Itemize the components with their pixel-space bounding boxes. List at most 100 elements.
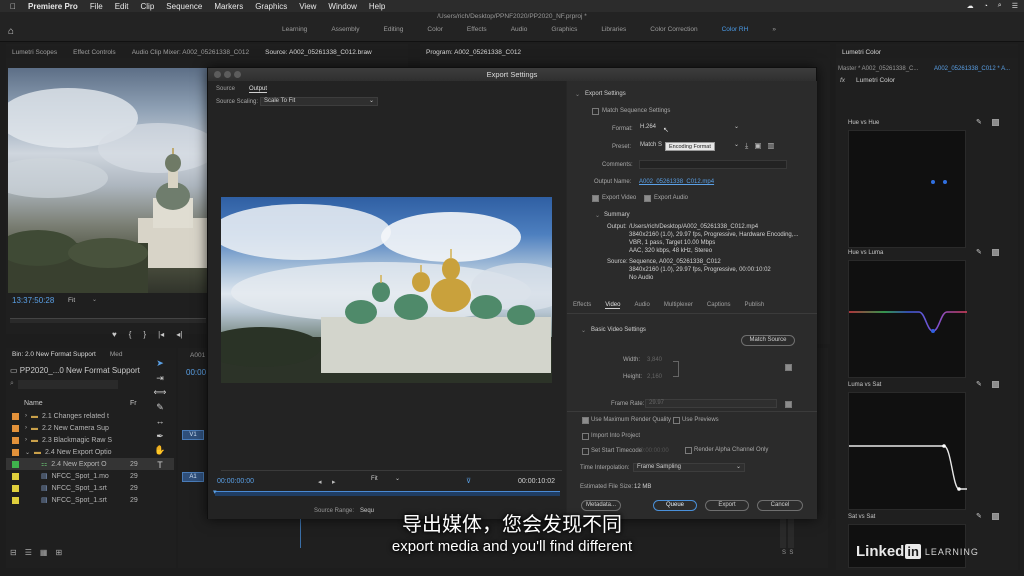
disclosure-icon[interactable]: ›: [25, 425, 27, 431]
workspace-tab-learning[interactable]: Learning: [270, 26, 319, 33]
render-alpha-checkbox[interactable]: [685, 447, 692, 454]
menu-clip[interactable]: Clip: [141, 2, 155, 11]
add-marker-icon[interactable]: ♥: [112, 330, 117, 339]
tab-effect-controls[interactable]: Effect Controls: [73, 49, 116, 56]
tab-lumetri-scopes[interactable]: Lumetri Scopes: [12, 49, 57, 56]
list-item[interactable]: ▤ NFCC_Spot_1.mo 29: [6, 470, 174, 482]
menu-markers[interactable]: Markers: [214, 2, 243, 11]
lumetri-title[interactable]: Lumetri Color: [842, 49, 881, 56]
export-audio-checkbox[interactable]: [644, 195, 651, 202]
tab-output[interactable]: Output: [249, 86, 268, 93]
start-timecode-value[interactable]: 00:00:00:00: [637, 448, 669, 454]
disclosure-icon[interactable]: ›: [25, 437, 27, 443]
import-preset-icon[interactable]: ▣: [754, 141, 761, 151]
disclosure-icon[interactable]: ›: [25, 413, 27, 419]
format-dropdown[interactable]: H.264 ⌄: [637, 124, 741, 133]
curve-enable-checkbox[interactable]: [992, 381, 999, 388]
home-icon[interactable]: ⌂: [8, 26, 14, 37]
step-back-icon[interactable]: ◂|: [176, 330, 182, 339]
mark-out-icon[interactable]: }: [143, 330, 146, 339]
menu-help[interactable]: Help: [369, 2, 385, 11]
delete-preset-icon[interactable]: ▥: [767, 141, 774, 151]
menu-edit[interactable]: Edit: [115, 2, 129, 11]
track-a1-target[interactable]: A1: [182, 472, 204, 482]
match-sequence-checkbox[interactable]: [592, 108, 599, 115]
max-render-quality-checkbox[interactable]: [582, 417, 589, 424]
export-preview-frame[interactable]: [221, 197, 552, 383]
tab-source[interactable]: Source: A002_05261338_C012.braw: [265, 49, 372, 56]
disclosure-icon[interactable]: ⌄: [25, 449, 30, 456]
list-item[interactable]: › ▬ 2.3 Blackmagic Raw S: [6, 434, 174, 446]
set-aspect-icon[interactable]: ⊽: [466, 477, 471, 485]
collapse-icon[interactable]: ⌄: [575, 91, 580, 98]
mark-in-icon[interactable]: {: [129, 330, 132, 339]
output-name-link[interactable]: A002_05261338_C012.mp4: [639, 179, 714, 185]
track-v1-target[interactable]: V1: [182, 430, 204, 440]
tab-audio[interactable]: Audio: [634, 302, 649, 309]
dialog-title-bar[interactable]: Export Settings: [208, 68, 816, 81]
list-item[interactable]: › ▬ 2.2 New Camera Sup: [6, 422, 174, 434]
collapse-icon[interactable]: ⌄: [595, 212, 600, 219]
workspace-tab-libraries[interactable]: Libraries: [589, 26, 638, 33]
source-timecode[interactable]: 13:37:50:28: [12, 296, 54, 305]
menu-window[interactable]: Window: [328, 2, 356, 11]
hue-vs-hue-curve[interactable]: [848, 130, 967, 248]
tab-effects[interactable]: Effects: [573, 302, 591, 309]
tab-media-browser[interactable]: Med: [110, 351, 123, 358]
mark-out-icon[interactable]: ▸: [332, 478, 336, 486]
set-start-timecode-checkbox[interactable]: [582, 448, 589, 455]
menu-view[interactable]: View: [299, 2, 316, 11]
tab-publish[interactable]: Publish: [745, 302, 765, 309]
preview-range-bar[interactable]: [215, 491, 560, 496]
link-dimensions-icon[interactable]: [673, 361, 679, 377]
zoom-window-icon[interactable]: [234, 71, 241, 78]
width-value[interactable]: 3,840: [647, 357, 662, 363]
workspace-tab-audio[interactable]: Audio: [499, 26, 540, 33]
playhead-icon[interactable]: ▾: [213, 488, 217, 496]
workspace-tab-assembly[interactable]: Assembly: [319, 26, 371, 33]
pen-tool-icon[interactable]: ✒: [152, 429, 168, 444]
eyedropper-icon[interactable]: ✎: [976, 118, 982, 126]
timeline-timecode[interactable]: 00:00: [186, 368, 206, 377]
curve-enable-checkbox[interactable]: [992, 249, 999, 256]
list-item[interactable]: ▤ NFCC_Spot_1.srt 29: [6, 482, 174, 494]
tab-audio-clip-mixer[interactable]: Audio Clip Mixer: A002_05261338_C012: [132, 49, 249, 56]
height-value[interactable]: 2,160: [647, 374, 662, 380]
workspace-tab-effects[interactable]: Effects: [455, 26, 499, 33]
workspace-tab-color-rh[interactable]: Color RH: [710, 26, 761, 33]
preview-out-timecode[interactable]: 00:00:10:02: [518, 478, 555, 485]
basic-video-settings-section[interactable]: Basic Video Settings: [591, 327, 646, 333]
menu-list-icon[interactable]: ☰: [1012, 2, 1018, 10]
curve-enable-checkbox[interactable]: [992, 119, 999, 126]
eyedropper-icon[interactable]: ✎: [976, 248, 982, 256]
list-item[interactable]: ▤ NFCC_Spot_1.srt 29: [6, 494, 174, 506]
lumetri-effect-name[interactable]: Lumetri Color: [856, 77, 895, 84]
preview-in-timecode[interactable]: 00:00:00:00: [217, 478, 254, 485]
menu-graphics[interactable]: Graphics: [255, 2, 287, 11]
go-to-in-icon[interactable]: |◂: [158, 330, 164, 339]
name-column-header[interactable]: Name: [24, 400, 43, 407]
hue-vs-luma-curve[interactable]: [848, 260, 967, 378]
minimize-window-icon[interactable]: [224, 71, 231, 78]
list-item[interactable]: ⚏ 2.4 New Export O 29: [6, 458, 174, 470]
track-select-tool-icon[interactable]: ⇥: [152, 371, 168, 386]
chevron-down-icon[interactable]: ⌄: [92, 296, 97, 303]
workspace-tab-color[interactable]: Color: [415, 26, 455, 33]
close-window-icon[interactable]: [214, 71, 221, 78]
export-video-checkbox[interactable]: [592, 195, 599, 202]
eyedropper-icon[interactable]: ✎: [976, 380, 982, 388]
width-override-checkbox[interactable]: [785, 364, 792, 371]
selection-tool-icon[interactable]: ➤: [152, 356, 168, 371]
workspace-tab-color-correction[interactable]: Color Correction: [638, 26, 709, 33]
bin-search-input[interactable]: [18, 380, 118, 389]
razor-tool-icon[interactable]: ✎: [152, 400, 168, 415]
tab-captions[interactable]: Captions: [707, 302, 731, 309]
timeline-tab[interactable]: A001: [190, 352, 205, 359]
frame-rate-override-checkbox[interactable]: [785, 401, 792, 408]
import-into-project-checkbox[interactable]: [582, 433, 589, 440]
source-time-ruler[interactable]: [10, 318, 206, 323]
wifi-icon[interactable]: ◔: [984, 3, 988, 10]
frame-rate-column-header[interactable]: Fr: [130, 400, 137, 407]
tab-multiplexer[interactable]: Multiplexer: [664, 302, 693, 309]
program-title[interactable]: Program: A002_05261338_C012: [426, 49, 521, 56]
